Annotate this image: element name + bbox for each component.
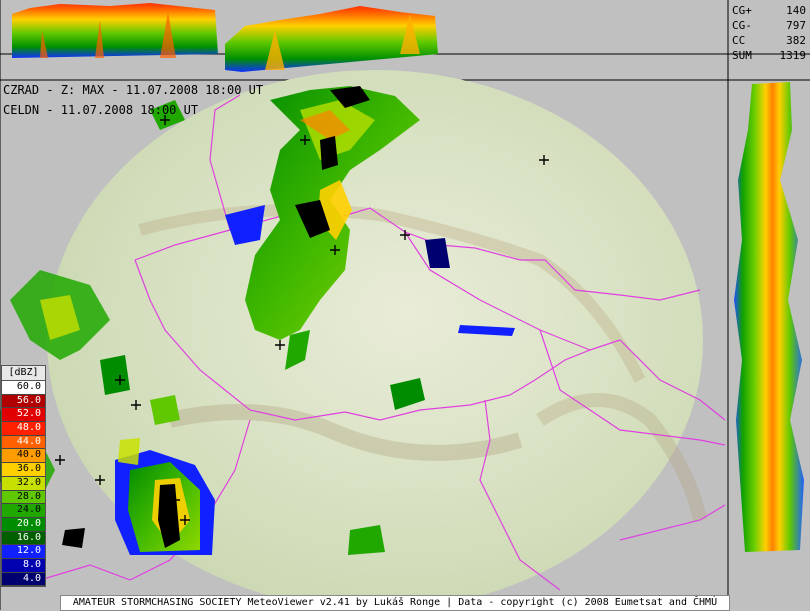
legend-unit: [dBZ]	[2, 366, 45, 381]
legend-level: 60.0	[2, 381, 45, 395]
radar-viewer: CZRAD - Z: MAX - 11.07.2008 18:00 UT CEL…	[0, 0, 810, 611]
footer-credits: AMATEUR STORMCHASING SOCIETY MeteoViewer…	[60, 595, 730, 611]
stat-label: CC	[732, 34, 746, 47]
legend-level: 52.0	[2, 408, 45, 423]
legend-rows: 60.0 56.0 52.0 48.0 44.0 40.0 36.0 32.0 28.0 24.0…	[2, 381, 45, 587]
lightning-product-label: CELDN - 11.07.2008 18:00 UT	[3, 103, 199, 117]
legend-level: 4.0	[2, 572, 45, 587]
legend-level: 20.0	[2, 517, 45, 532]
stat-value: 1319	[779, 49, 807, 62]
legend-level: 36.0	[2, 463, 45, 477]
legend-level: 16.0	[2, 531, 45, 546]
legend-level: 40.0	[2, 449, 45, 464]
legend-level: 48.0	[2, 422, 45, 436]
legend-level: 28.0	[2, 490, 45, 505]
stat-row-cg-minus: CG- 797	[728, 18, 808, 33]
top-cross-section	[0, 3, 810, 81]
stat-label: SUM	[732, 49, 752, 62]
stat-value: 140	[786, 4, 806, 17]
legend-level: 8.0	[2, 558, 45, 573]
legend-level: 32.0	[2, 476, 45, 491]
radar-product-label: CZRAD - Z: MAX - 11.07.2008 18:00 UT	[3, 83, 264, 97]
stat-value: 382	[786, 34, 806, 47]
stat-row-cc: CC 382	[728, 33, 808, 48]
stat-value: 797	[786, 19, 806, 32]
lightning-stats-panel: CG+ 140 CG- 797 CC 382 SUM 1319	[728, 3, 808, 63]
legend-level: 12.0	[2, 545, 45, 559]
legend-level: 44.0	[2, 435, 45, 450]
stat-row-cg-plus: CG+ 140	[728, 3, 808, 18]
stat-label: CG+	[732, 4, 752, 17]
side-cross-section	[727, 0, 804, 610]
legend-level: 56.0	[2, 394, 45, 409]
dbz-color-legend: [dBZ] 60.0 56.0 52.0 48.0 44.0 40.0 36.0 32.0 28…	[1, 365, 46, 588]
stat-label: CG-	[732, 19, 752, 32]
stat-row-sum: SUM 1319	[728, 48, 808, 63]
legend-level: 24.0	[2, 504, 45, 518]
